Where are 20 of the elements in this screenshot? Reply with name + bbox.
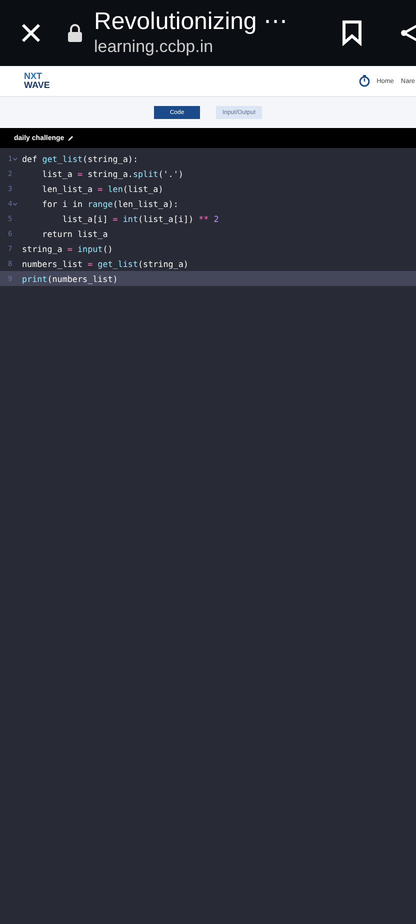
code-text: list_a = string_a.split('.') [41,168,184,178]
code-text: def get_list(string_a): [22,154,138,164]
code-text: list_a[i] = int(list_a[i]) ** 2 [61,214,219,224]
logo-text: NXT [24,72,43,81]
code-text: numbers_list = get_list(string_a) [22,258,188,268]
logo-text: WAVE [24,81,51,90]
code-text: print(numbers_list) [22,274,118,284]
fold-icon[interactable] [13,156,18,160]
fold-icon[interactable] [13,202,18,206]
close-icon[interactable] [20,22,42,44]
code-text: string_a = input() [22,244,113,254]
code-text: len_list_a = len(list_a) [41,184,164,194]
code-text: return list_a [41,228,108,238]
code-text: for i in range(len_list_a): [41,198,178,208]
bookmark-icon[interactable] [342,20,362,46]
lock-icon [68,24,82,42]
stopwatch-icon[interactable] [358,75,370,87]
pencil-icon[interactable] [68,135,74,141]
page-title: Revolutionizing ⋯ [94,8,288,36]
page-url: learning.ccbp.in [94,36,214,58]
